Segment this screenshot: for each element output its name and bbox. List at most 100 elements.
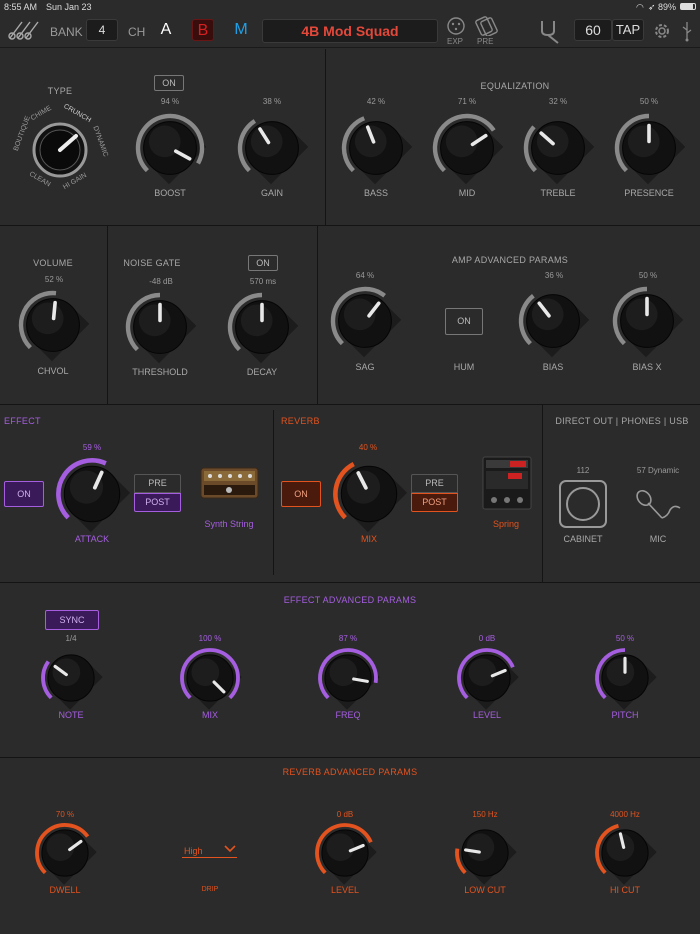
fx-level-value: 0 dB — [478, 634, 496, 643]
divider — [0, 225, 700, 226]
reverb-mix-label: MIX — [360, 534, 377, 544]
bias-knob[interactable] — [513, 281, 593, 361]
threshold-knob[interactable] — [120, 287, 200, 367]
ch-label: CH — [128, 25, 146, 39]
drip-label: DRIP — [201, 886, 219, 893]
channel-a-button[interactable]: A — [155, 19, 177, 41]
fx-level-knob[interactable] — [452, 643, 522, 713]
cabinet-icon[interactable] — [558, 479, 608, 529]
cabinet-label: CABINET — [563, 534, 603, 544]
divider — [325, 49, 326, 225]
bank-label: BANK — [50, 25, 83, 39]
gain-value: 38 % — [262, 97, 282, 106]
sag-value: 64 % — [355, 271, 375, 280]
effect-title: EFFECT — [4, 416, 41, 426]
rev-level-knob[interactable] — [310, 818, 380, 888]
low-cut-knob[interactable] — [450, 818, 520, 888]
preset-name[interactable]: 4B Mod Squad — [262, 19, 438, 43]
mix-value: 40 % — [358, 443, 378, 452]
decay-knob[interactable] — [222, 287, 302, 367]
bass-knob[interactable] — [336, 108, 416, 188]
guitar-icon[interactable] — [6, 18, 42, 42]
bias-x-knob[interactable] — [607, 281, 687, 361]
note-knob[interactable] — [36, 643, 106, 713]
mid-knob[interactable] — [427, 108, 507, 188]
attack-label: ATTACK — [74, 534, 110, 544]
threshold-value: -48 dB — [149, 277, 173, 286]
rev-level-label: LEVEL — [330, 885, 360, 895]
pre-icon[interactable] — [474, 16, 498, 36]
threshold-label: THRESHOLD — [132, 367, 188, 377]
tempo-field[interactable]: 60 — [574, 19, 612, 41]
effect-pre-button[interactable]: PRE — [134, 474, 181, 493]
mid-value: 71 % — [457, 97, 477, 106]
noise-gate-on-button[interactable]: ON — [248, 255, 278, 271]
presence-label: PRESENCE — [624, 188, 674, 198]
reverb-pre-button[interactable]: PRE — [411, 474, 458, 493]
sag-knob[interactable] — [325, 281, 405, 361]
mic-value: 57 Dynamic — [636, 466, 680, 475]
attack-knob[interactable] — [50, 452, 134, 536]
mid-label: MID — [458, 188, 476, 198]
tuner-fork-icon[interactable] — [536, 17, 564, 45]
drip-dropdown[interactable]: High — [182, 842, 237, 858]
freq-label: FREQ — [335, 710, 361, 720]
reverb-post-button[interactable]: POST — [411, 493, 458, 512]
microphone-icon[interactable] — [634, 486, 684, 526]
gain-label: GAIN — [260, 188, 283, 198]
volume-title: VOLUME — [33, 258, 73, 268]
dwell-knob[interactable] — [30, 818, 100, 888]
treble-knob[interactable] — [518, 108, 598, 188]
effect-model-name[interactable]: Synth String — [196, 519, 262, 529]
boost-on-button[interactable]: ON — [154, 75, 184, 91]
reverb-mix-knob[interactable] — [327, 452, 411, 536]
gain-knob[interactable] — [232, 108, 312, 188]
exp-pedal-icon[interactable] — [446, 17, 466, 35]
bass-label: BASS — [363, 188, 388, 198]
mic-label: MIC — [649, 534, 667, 544]
gear-icon[interactable] — [652, 21, 672, 41]
bank-field[interactable]: 4 — [86, 19, 118, 41]
eq-title: EQUALIZATION — [480, 81, 550, 91]
effect-post-button[interactable]: POST — [134, 493, 181, 512]
hi-cut-knob[interactable] — [590, 818, 660, 888]
presence-value: 50 % — [639, 97, 659, 106]
boost-knob[interactable] — [130, 108, 210, 188]
treble-label: TREBLE — [540, 188, 576, 198]
freq-knob[interactable] — [313, 643, 383, 713]
synth-string-pedal-icon[interactable] — [200, 466, 260, 500]
divider — [0, 404, 700, 405]
hum-on-button[interactable]: ON — [445, 308, 483, 335]
usb-icon[interactable] — [680, 20, 694, 42]
hi-cut-label: HI CUT — [610, 885, 640, 895]
reverb-model-name[interactable]: Spring — [476, 519, 536, 529]
note-value: 1/4 — [65, 634, 77, 643]
spring-reverb-unit-icon[interactable] — [482, 456, 532, 510]
freq-value: 87 % — [338, 634, 358, 643]
pitch-knob[interactable] — [590, 643, 660, 713]
sync-button[interactable]: SYNC — [45, 610, 99, 630]
fx-mix-knob[interactable] — [175, 643, 245, 713]
type-label: TYPE — [47, 86, 73, 96]
divider — [542, 405, 543, 582]
cabinet-value: 112 — [576, 466, 590, 475]
reverb-on-button[interactable]: ON — [281, 481, 321, 507]
divider — [107, 226, 108, 404]
top-toolbar: BANK 4 CH A B M 4B Mod Squad EXP PRE 60 … — [0, 14, 700, 48]
dwell-label: DWELL — [49, 885, 81, 895]
sag-label: SAG — [355, 362, 375, 372]
tap-button[interactable]: TAP — [612, 19, 644, 41]
divider — [273, 410, 274, 575]
noise-gate-title: NOISE GATE — [123, 258, 181, 268]
decay-label: DECAY — [246, 367, 278, 377]
location-icon: ➶ — [648, 2, 656, 12]
boost-value: 94 % — [160, 97, 180, 106]
channel-b-button[interactable]: B — [192, 19, 214, 41]
presence-knob[interactable] — [609, 108, 689, 188]
wifi-icon: ◠ — [636, 2, 644, 12]
effect-on-button[interactable]: ON — [4, 481, 44, 507]
channel-m-button[interactable]: M — [230, 19, 252, 41]
bias-x-value: 50 % — [638, 271, 658, 280]
note-label: NOTE — [58, 710, 84, 720]
chvol-knob[interactable] — [13, 285, 93, 365]
